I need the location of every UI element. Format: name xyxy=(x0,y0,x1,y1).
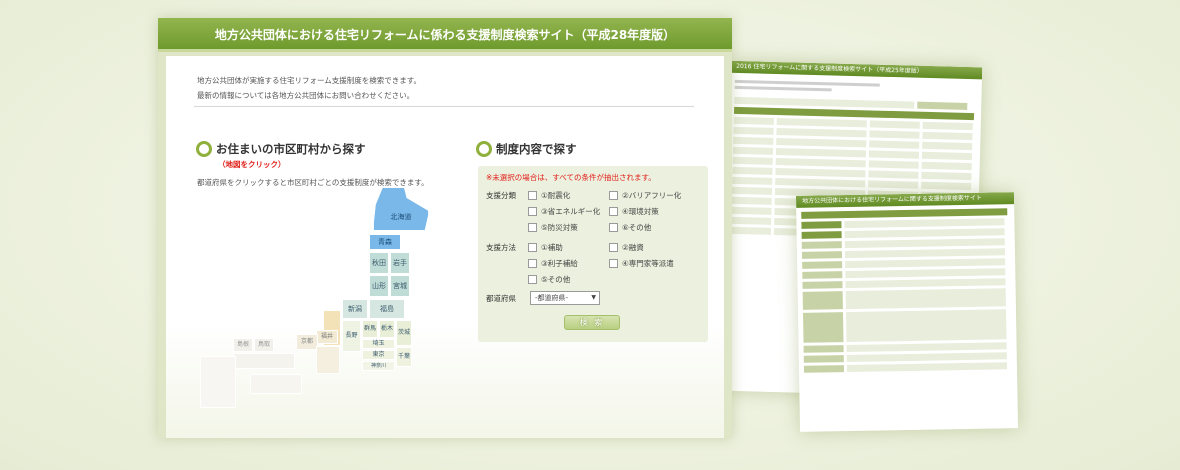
intro-line-2: 最新の情報については各地方公共団体にお問い合わせください。 xyxy=(197,91,415,100)
checkbox-box[interactable] xyxy=(609,243,618,252)
checkbox-box[interactable] xyxy=(528,207,537,216)
pref-ibaraki[interactable]: 茨城 xyxy=(396,320,412,346)
map-click-note: （地図をクリック） xyxy=(218,160,286,169)
search-section-title-text: 制度内容で探す xyxy=(496,142,577,156)
pref-shimane[interactable]: 島根 xyxy=(233,338,253,352)
warning-text: ※未選択の場合は、すべての条件が抽出されます。 xyxy=(486,173,656,182)
method-label: 支援方法 xyxy=(486,243,516,252)
map-section-title: お住まいの市区町村から探す xyxy=(196,141,366,157)
checkbox-disaster-prevention[interactable]: ⑤防災対策 xyxy=(528,222,578,233)
pref-nagano[interactable]: 長野 xyxy=(342,320,361,352)
main-site-window: 地方公共団体における住宅リフォームに係わる支援制度検索サイト（平成28年度版） … xyxy=(158,18,732,438)
search-form: ※未選択の場合は、すべての条件が抽出されます。 支援分類 ①耐震化 ②バリアフリ… xyxy=(478,166,708,342)
checkbox-category-other[interactable]: ⑥その他 xyxy=(609,222,651,233)
checkbox-expert-dispatch[interactable]: ④専門家等派遣 xyxy=(609,258,674,269)
checkbox-box[interactable] xyxy=(609,223,618,232)
checkbox-seismic[interactable]: ①耐震化 xyxy=(528,190,570,201)
circle-bullet-icon xyxy=(476,141,492,157)
chevron-down-icon: ▼ xyxy=(591,294,596,301)
background-screenshot-detail-table xyxy=(796,204,1017,380)
pref-kyoto[interactable]: 京都 xyxy=(296,334,318,350)
circle-bullet-icon xyxy=(196,141,212,157)
checkbox-energy-saving[interactable]: ③省エネルギー化 xyxy=(528,206,600,217)
checkbox-box[interactable] xyxy=(609,259,618,268)
pref-akita[interactable]: 秋田 xyxy=(369,252,389,274)
pref-hokkaido[interactable]: 北海道 xyxy=(373,187,429,231)
intro-text: 地方公共団体が実施する住宅リフォーム支援制度を検索できます。 最新の情報について… xyxy=(197,73,421,103)
pref-kinki[interactable] xyxy=(316,346,340,374)
background-screenshot-detail: 地方公共団体における住宅リフォームに関する支援制度検索サイト xyxy=(795,192,1019,432)
pref-shikoku[interactable] xyxy=(250,374,302,394)
checkbox-loan[interactable]: ②融資 xyxy=(609,242,644,253)
checkbox-barrier-free[interactable]: ②バリアフリー化 xyxy=(609,190,681,201)
pref-tokyo[interactable]: 東京 xyxy=(362,350,395,360)
pref-fukui[interactable]: 福井 xyxy=(316,330,338,344)
site-title: 地方公共団体における住宅リフォームに係わる支援制度検索サイト（平成28年度版） xyxy=(158,18,732,52)
pref-kanagawa[interactable]: 神奈川 xyxy=(362,361,395,371)
checkbox-box[interactable] xyxy=(528,223,537,232)
map-section-title-text: お住まいの市区町村から探す xyxy=(216,142,366,156)
checkbox-box[interactable] xyxy=(528,275,537,284)
pref-aomori[interactable]: 青森 xyxy=(369,234,401,250)
checkbox-interest-subsidy[interactable]: ③利子補給 xyxy=(528,258,578,269)
checkbox-box[interactable] xyxy=(528,191,537,200)
search-button[interactable]: 検 索 xyxy=(564,315,620,330)
pref-yamagata[interactable]: 山形 xyxy=(369,275,389,297)
pref-gunma[interactable]: 群馬 xyxy=(362,320,378,338)
search-section-title: 制度内容で探す xyxy=(476,141,577,157)
checkbox-box[interactable] xyxy=(528,259,537,268)
intro-line-1: 地方公共団体が実施する住宅リフォーム支援制度を検索できます。 xyxy=(197,76,422,85)
pref-kyushu[interactable] xyxy=(200,356,236,408)
divider xyxy=(194,106,694,107)
checkbox-environment[interactable]: ④環境対策 xyxy=(609,206,659,217)
pref-tottori[interactable]: 鳥取 xyxy=(254,338,274,352)
pref-fukushima[interactable]: 福島 xyxy=(369,299,405,319)
pref-tochigi[interactable]: 栃木 xyxy=(379,320,395,338)
pref-chiba[interactable]: 千葉 xyxy=(396,347,412,367)
checkbox-method-other[interactable]: ⑤その他 xyxy=(528,274,570,285)
pref-chugoku[interactable] xyxy=(233,353,295,369)
pref-iwate[interactable]: 岩手 xyxy=(390,252,410,274)
pref-saitama[interactable]: 埼玉 xyxy=(362,339,395,349)
content-panel: 地方公共団体が実施する住宅リフォーム支援制度を検索できます。 最新の情報について… xyxy=(166,56,724,438)
pref-niigata[interactable]: 新潟 xyxy=(342,299,368,319)
checkbox-box[interactable] xyxy=(609,191,618,200)
prefecture-select[interactable]: -都道府県- ▼ xyxy=(530,291,600,305)
checkbox-box[interactable] xyxy=(528,243,537,252)
checkbox-box[interactable] xyxy=(609,207,618,216)
category-label: 支援分類 xyxy=(486,191,516,200)
map-description: 都道府県をクリックすると市区町村ごとの支援制度が検索できます。 xyxy=(197,178,429,187)
prefecture-label: 都道府県 xyxy=(486,294,516,303)
checkbox-subsidy[interactable]: ①補助 xyxy=(528,242,563,253)
pref-miyagi[interactable]: 宮城 xyxy=(390,275,410,297)
